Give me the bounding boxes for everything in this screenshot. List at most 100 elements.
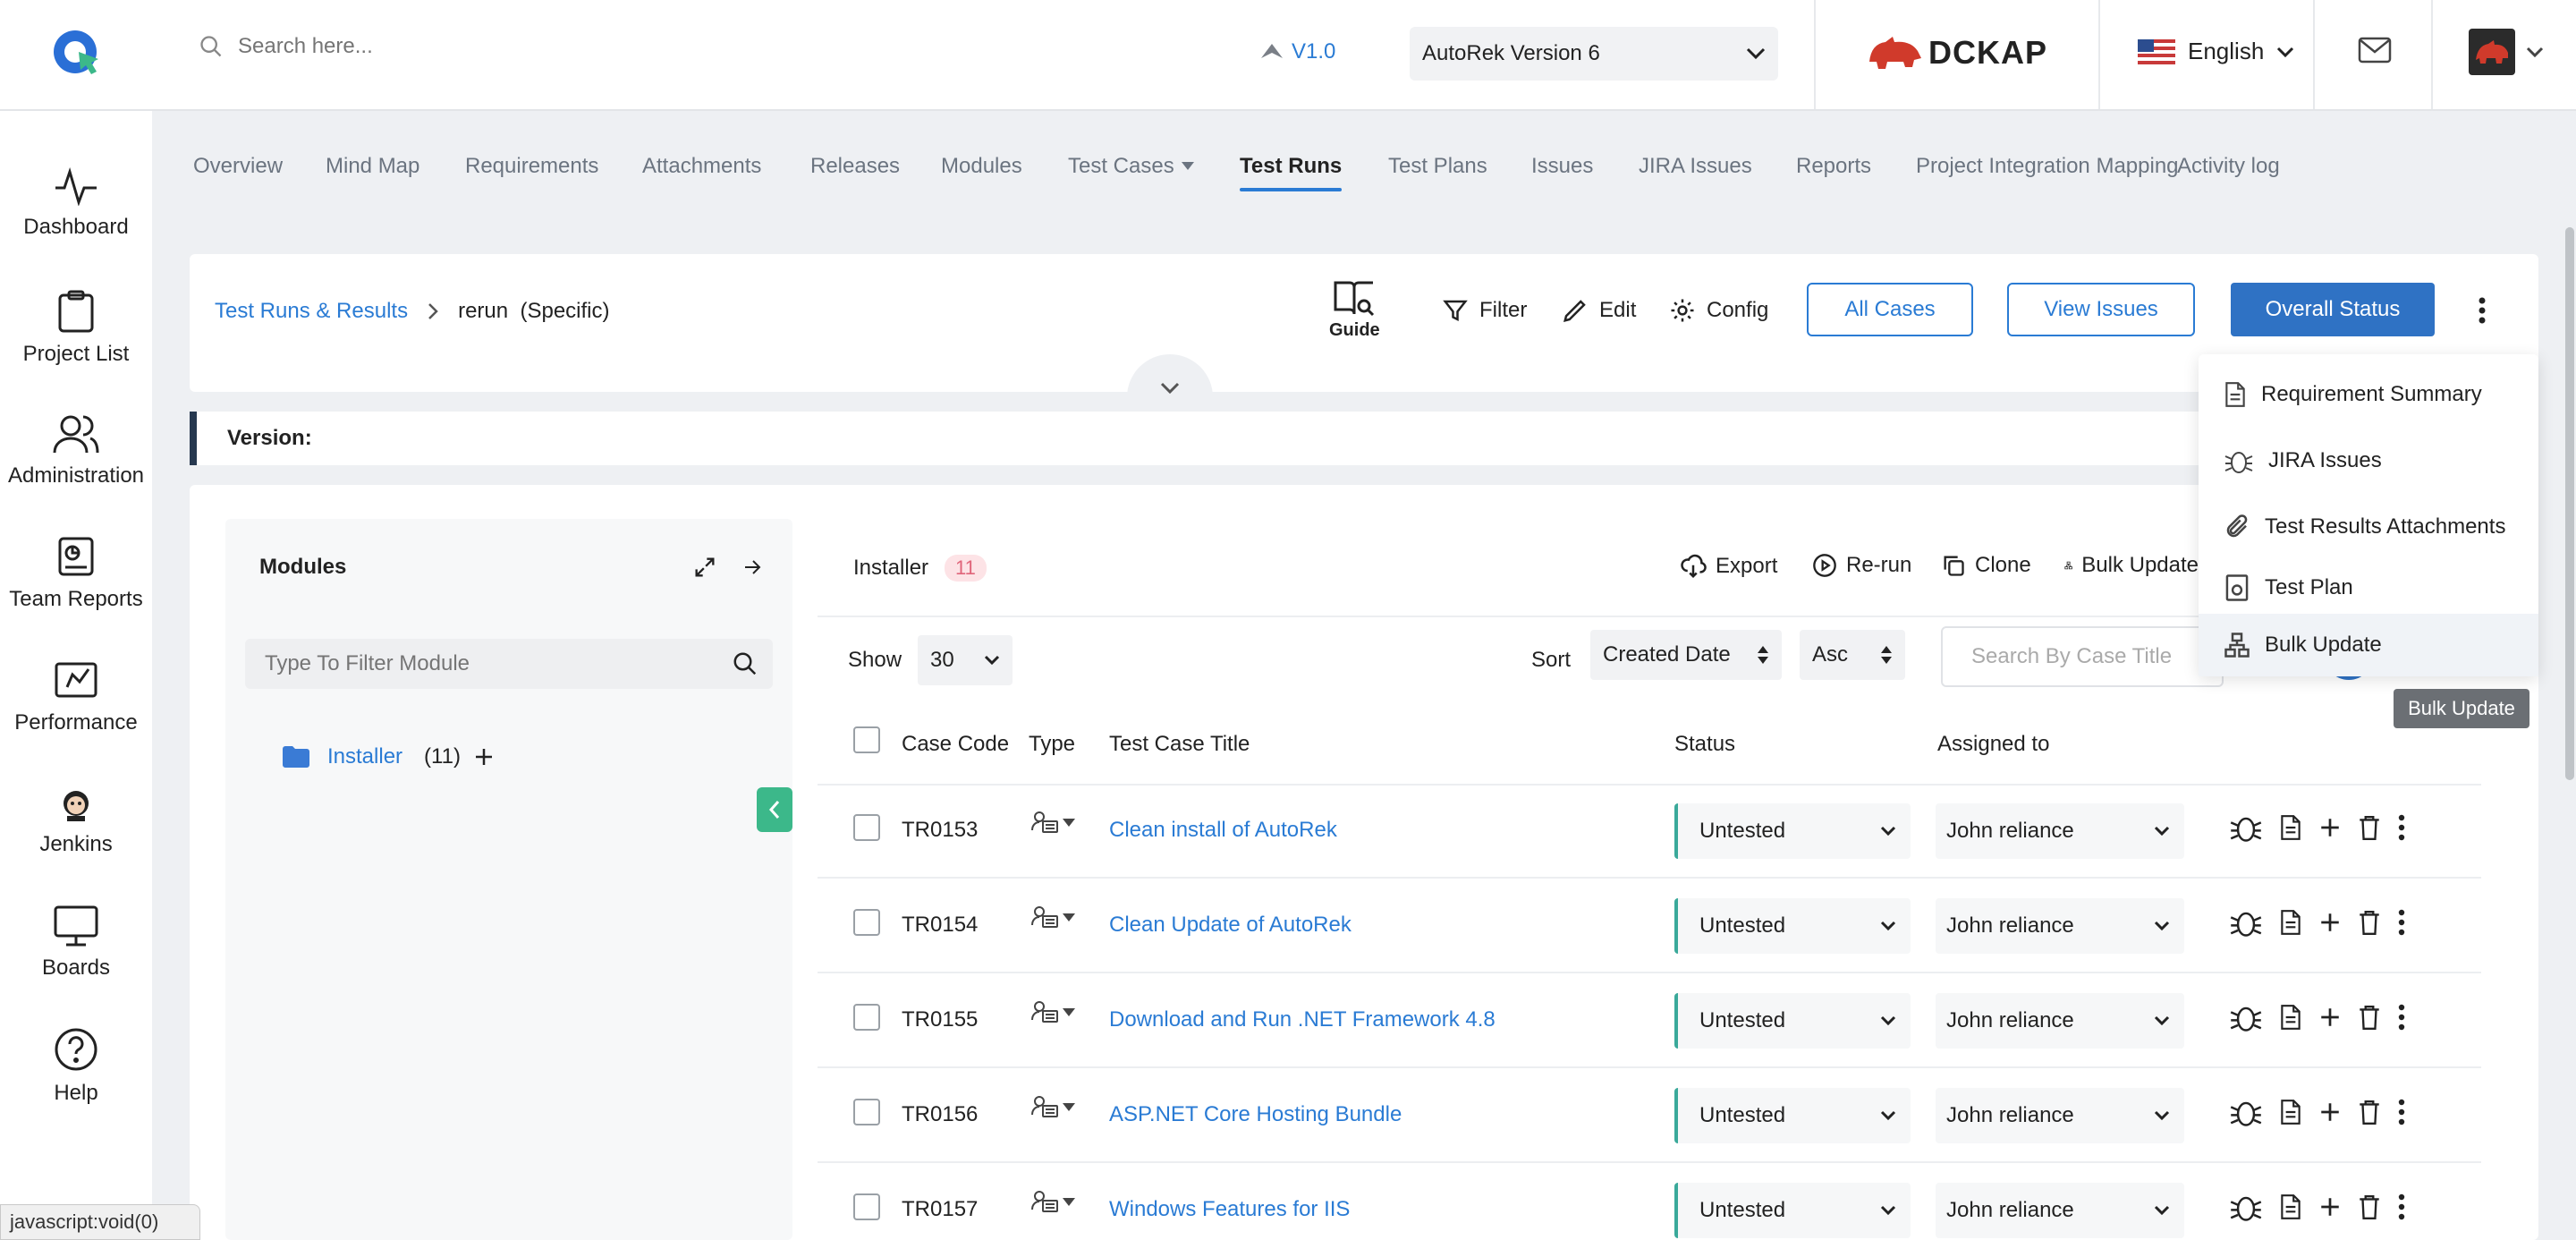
menu-item-requirement-summary[interactable]: Requirement Summary (2199, 363, 2538, 426)
tab-jira-issues[interactable]: JIRA Issues (1639, 154, 1752, 179)
status-select[interactable]: Untested (1674, 993, 1911, 1049)
rerun-button[interactable]: Re-run (1812, 553, 1911, 578)
page-size-select[interactable]: 30 (918, 635, 1013, 685)
select-all-checkbox[interactable] (853, 726, 880, 753)
case-type-select[interactable] (1030, 1190, 1075, 1215)
config-button[interactable]: Config (1669, 297, 1768, 324)
document-icon[interactable] (2279, 1193, 2302, 1220)
document-icon[interactable] (2279, 814, 2302, 841)
sort-direction-select[interactable]: Asc (1800, 630, 1905, 680)
module-tree-item[interactable]: Installer (11) (283, 744, 495, 769)
sidebar-item-jenkins[interactable]: Jenkins (0, 787, 152, 857)
case-title-link[interactable]: Download and Run .NET Framework 4.8 (1109, 1007, 1496, 1032)
assignee-select[interactable]: John reliance (1936, 993, 2184, 1049)
menu-item-bulk-update[interactable]: Bulk Update (2199, 614, 2538, 676)
trash-icon[interactable] (2358, 814, 2381, 841)
row-checkbox[interactable] (853, 1193, 880, 1220)
tab-modules[interactable]: Modules (941, 154, 1022, 179)
sidebar-item-help[interactable]: Help (0, 1027, 152, 1106)
app-logo[interactable] (52, 27, 102, 77)
kebab-icon[interactable] (2397, 909, 2406, 936)
trash-icon[interactable] (2358, 909, 2381, 936)
project-version-select[interactable]: AutoRek Version 6 (1410, 27, 1778, 81)
user-menu[interactable] (2469, 29, 2544, 75)
case-title-link[interactable]: Clean Update of AutoRek (1109, 913, 1352, 938)
tab-requirements[interactable]: Requirements (465, 154, 598, 179)
case-title-link[interactable]: Clean install of AutoRek (1109, 818, 1337, 843)
bug-icon[interactable] (2229, 907, 2263, 938)
tab-releases[interactable]: Releases (810, 154, 900, 179)
sidebar-item-performance[interactable]: Performance (0, 658, 152, 735)
overall-status-button[interactable]: Overall Status (2231, 283, 2435, 336)
trash-icon[interactable] (2358, 1004, 2381, 1031)
sidebar-item-dashboard[interactable]: Dashboard (0, 166, 152, 240)
tab-issues[interactable]: Issues (1531, 154, 1593, 179)
case-title-search[interactable]: Search By Case Title (1941, 626, 2224, 687)
module-filter[interactable] (245, 639, 773, 689)
row-checkbox[interactable] (853, 909, 880, 936)
sort-field-select[interactable]: Created Date (1590, 630, 1782, 680)
case-type-select[interactable] (1030, 1095, 1075, 1120)
menu-item-test-results-attachments[interactable]: Test Results Attachments (2199, 496, 2538, 558)
tab-test-cases[interactable]: Test Cases (1068, 154, 1194, 179)
search-input[interactable] (238, 34, 685, 59)
tab-reports[interactable]: Reports (1796, 154, 1871, 179)
status-select[interactable]: Untested (1674, 1088, 1911, 1143)
bug-icon[interactable] (2229, 1002, 2263, 1032)
case-type-select[interactable] (1030, 1000, 1075, 1025)
edit-button[interactable]: Edit (1562, 297, 1636, 324)
sidebar-item-team-reports[interactable]: Team Reports (0, 535, 152, 612)
bug-icon[interactable] (2229, 812, 2263, 843)
language-select[interactable]: English (2138, 38, 2294, 65)
tab-test-plans[interactable]: Test Plans (1388, 154, 1487, 179)
filter-button[interactable]: Filter (1442, 297, 1527, 324)
kebab-icon[interactable] (2397, 814, 2406, 841)
document-icon[interactable] (2279, 1004, 2302, 1031)
mail-icon[interactable] (2358, 36, 2392, 64)
status-select[interactable]: Untested (1674, 898, 1911, 954)
plus-icon[interactable] (2318, 911, 2342, 934)
header-title[interactable]: Test Case Title (1109, 732, 1250, 757)
tab-mind-map[interactable]: Mind Map (326, 154, 419, 179)
tab-test-runs[interactable]: Test Runs (1240, 154, 1343, 191)
sidebar-item-boards[interactable]: Boards (0, 905, 152, 981)
status-select[interactable]: Untested (1674, 1183, 1911, 1238)
page-scrollbar[interactable] (2565, 227, 2574, 780)
document-icon[interactable] (2279, 1099, 2302, 1125)
tab-overview[interactable]: Overview (193, 154, 283, 179)
bug-icon[interactable] (2229, 1192, 2263, 1222)
assignee-select[interactable]: John reliance (1936, 1183, 2184, 1238)
assignee-select[interactable]: John reliance (1936, 898, 2184, 954)
global-search[interactable] (199, 34, 685, 59)
guide-button[interactable]: Guide (1329, 279, 1380, 341)
sidebar-item-project-list[interactable]: Project List (0, 290, 152, 367)
tab-activity-log[interactable]: Activity log (2177, 154, 2280, 179)
clone-button[interactable]: Clone (1941, 553, 2031, 578)
arrow-right-icon[interactable] (741, 556, 764, 578)
case-type-select[interactable] (1030, 811, 1075, 836)
plus-icon[interactable] (2318, 1195, 2342, 1219)
menu-item-jira-issues[interactable]: JIRA Issues (2199, 429, 2538, 492)
status-select[interactable]: Untested (1674, 803, 1911, 859)
tab-project-integration-mapping[interactable]: Project Integration Mapping (1916, 154, 2179, 179)
breadcrumb-root[interactable]: Test Runs & Results (215, 299, 408, 324)
module-filter-input[interactable] (265, 651, 694, 676)
trash-icon[interactable] (2358, 1193, 2381, 1220)
kebab-icon[interactable] (2397, 1193, 2406, 1220)
bulk-update-button[interactable]: Bulk Update (2064, 553, 2199, 578)
plus-icon[interactable] (2318, 1006, 2342, 1029)
sidebar-item-administration[interactable]: Administration (0, 413, 152, 488)
case-title-link[interactable]: ASP.NET Core Hosting Bundle (1109, 1102, 1402, 1127)
tab-attachments[interactable]: Attachments (642, 154, 761, 179)
all-cases-button[interactable]: All Cases (1807, 283, 1973, 336)
collapse-modules-button[interactable] (757, 787, 792, 832)
plus-icon[interactable] (2318, 816, 2342, 839)
document-icon[interactable] (2279, 909, 2302, 936)
trash-icon[interactable] (2358, 1099, 2381, 1125)
kebab-icon[interactable] (2397, 1099, 2406, 1125)
row-checkbox[interactable] (853, 1004, 880, 1031)
plus-icon[interactable] (473, 746, 495, 768)
kebab-icon[interactable] (2397, 1004, 2406, 1031)
case-type-select[interactable] (1030, 905, 1075, 930)
export-button[interactable]: Export (1680, 553, 1777, 580)
